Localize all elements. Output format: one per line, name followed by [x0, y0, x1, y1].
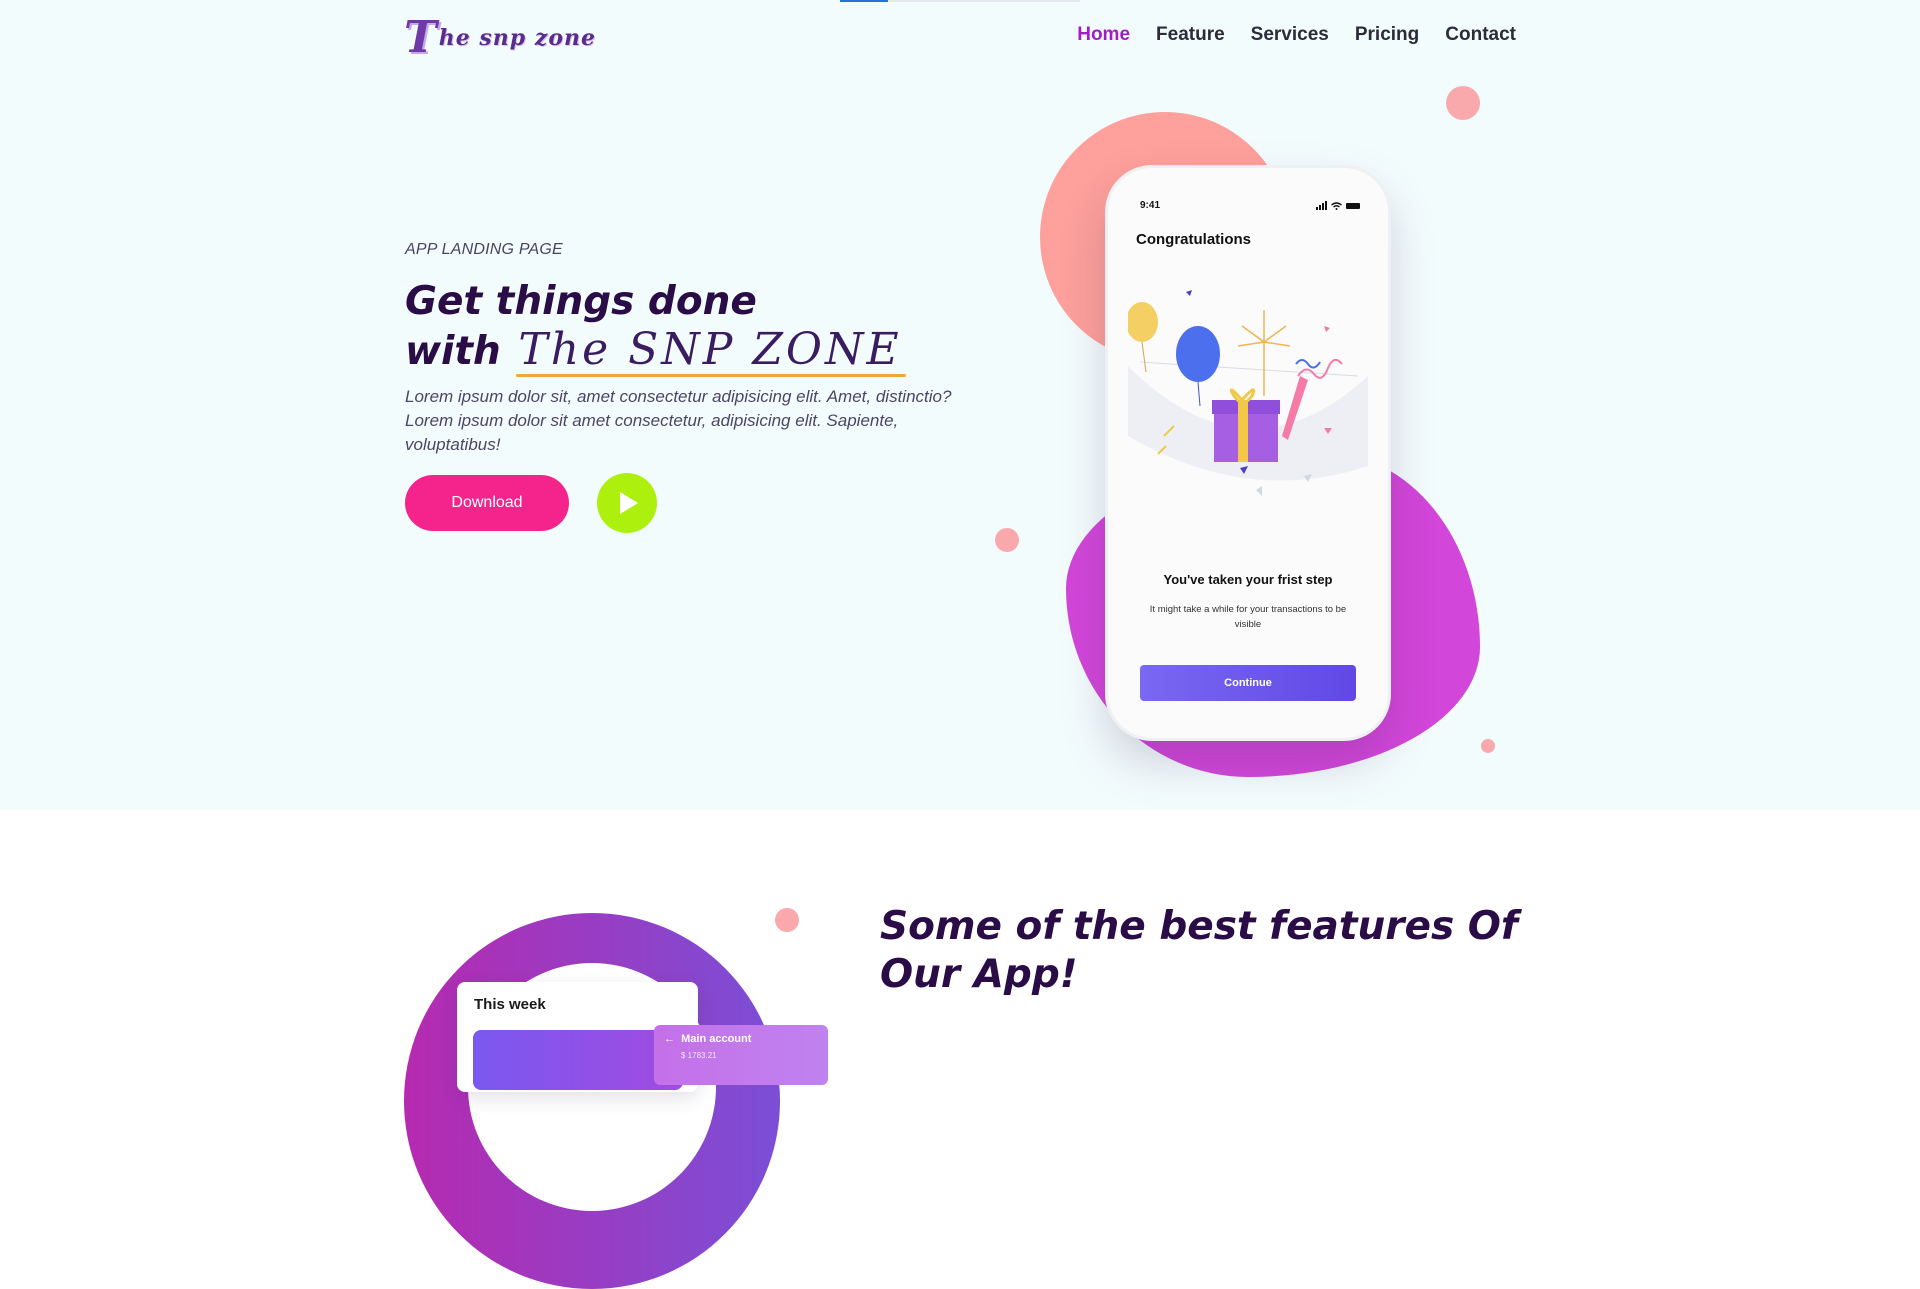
features-title: Some of the best features Of Our App!: [880, 904, 1518, 997]
nav-services[interactable]: Services: [1251, 24, 1329, 46]
celebration-illustration: [1128, 290, 1368, 496]
phone-mockup: 9:41 Congratulations You've taken your f…: [1108, 168, 1388, 738]
site-logo[interactable]: T he snp zone: [404, 12, 596, 64]
decor-dot: [995, 528, 1019, 552]
headline-line1: Get things done: [405, 279, 757, 324]
decor-dot: [1481, 739, 1495, 753]
nav-contact[interactable]: Contact: [1445, 24, 1516, 46]
phone-step-text: You've taken your frist step: [1163, 572, 1333, 587]
hero-description: Lorem ipsum dolor sit, amet consectetur …: [405, 387, 952, 454]
signal-icon: [1316, 201, 1327, 210]
nav-pricing[interactable]: Pricing: [1355, 24, 1419, 46]
phone-status-bar: 9:41: [1140, 200, 1360, 211]
back-arrow-icon: ←: [664, 1033, 675, 1045]
phone-title: Congratulations: [1136, 231, 1251, 248]
headline-line2-prefix: with: [405, 329, 501, 374]
phone-time: 9:41: [1140, 200, 1161, 211]
decor-dot: [1446, 86, 1480, 120]
wifi-icon: [1331, 201, 1342, 210]
page-load-progress: [840, 0, 1080, 2]
main-account-amount: $ 1783.21: [681, 1051, 717, 1060]
nav-home[interactable]: Home: [1077, 24, 1130, 46]
this-week-chart: [473, 1030, 683, 1090]
logo-text: he snp zone: [438, 25, 596, 51]
logo-initial: T: [404, 12, 437, 63]
main-nav: Home Feature Services Pricing Contact: [1077, 24, 1516, 46]
battery-icon: [1346, 202, 1360, 209]
main-account-card: ← Main account $ 1783.21: [654, 1025, 828, 1085]
download-button[interactable]: Download: [405, 475, 569, 531]
headline-brand: The SNP ZONE: [514, 324, 905, 375]
main-account-label: ← Main account: [664, 1033, 752, 1045]
this-week-label: This week: [474, 996, 546, 1013]
hero-eyebrow: APP LANDING PAGE: [405, 241, 563, 258]
play-video-button[interactable]: [597, 473, 657, 533]
play-icon: [620, 492, 638, 514]
decor-dot: [775, 908, 799, 932]
hero-headline: Get things done with The SNP ZONE: [405, 278, 906, 376]
nav-feature[interactable]: Feature: [1156, 24, 1225, 46]
continue-button[interactable]: Continue: [1140, 665, 1356, 701]
phone-sub-text: It might take a while for your transacti…: [1149, 604, 1347, 630]
